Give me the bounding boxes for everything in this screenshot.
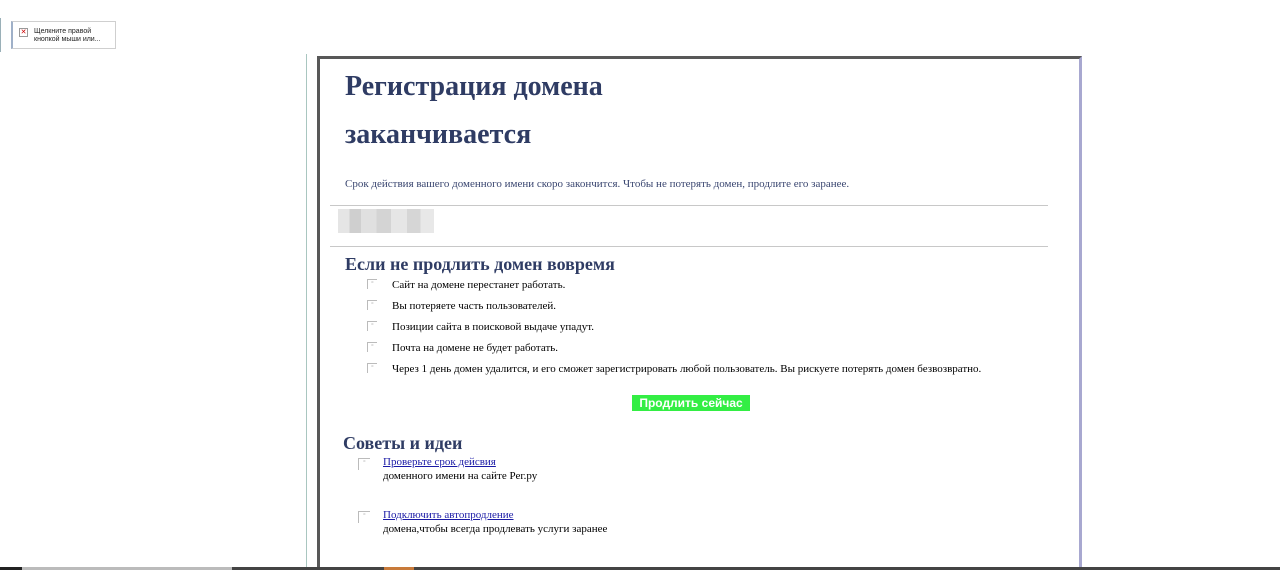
email-intro: Срок действия вашего доменного имени ско… [345,178,850,190]
divider-bottom [330,246,1048,247]
divider-top [330,205,1048,206]
renew-now-button[interactable]: Продлить сейчас [632,395,750,411]
blocked-image-text: Щелкните правой кнопкой мыши или... [34,28,101,43]
tip-description: домена,чтобы всегда продлевать услуги за… [383,523,608,535]
autorenew-link[interactable]: Подключить автопродление [383,509,514,521]
image-placeholder-icon: ▫ [367,300,377,310]
image-placeholder-icon: ▫ [367,279,377,289]
check-expiry-link[interactable]: Проверьте срок дейсвия [383,456,496,468]
left-divider [0,18,1,52]
image-placeholder-icon: ▫ [358,458,370,470]
content-divider [306,54,307,570]
image-placeholder-icon: ▫ [367,321,377,331]
email-body: Регистрация домена заканчивается Срок де… [317,56,1082,570]
image-placeholder-icon: ▫ [367,342,377,352]
blocked-image-placeholder[interactable]: ✕ Щелкните правой кнопкой мыши или... [11,21,116,49]
image-placeholder-icon: ▫ [358,511,370,523]
consequences-heading: Если не продлить домен вовремя [345,254,615,274]
redacted-domain [338,209,434,233]
email-title: Регистрация домена заканчивается [345,71,603,150]
tips-heading: Советы и идеи [343,433,463,453]
broken-image-icon: ✕ [19,28,28,37]
image-placeholder-icon: ▫ [367,363,377,373]
tip-description: доменного имени на сайте Рег.ру [383,470,538,482]
